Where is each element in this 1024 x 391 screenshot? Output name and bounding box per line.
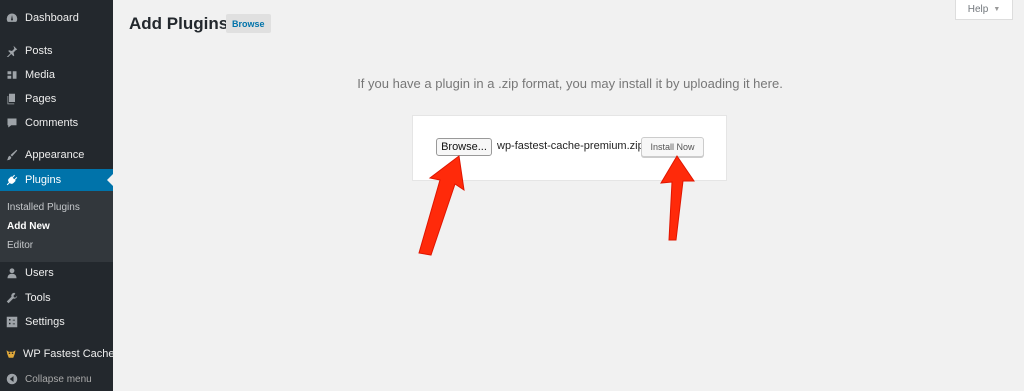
- menu-item-posts[interactable]: Posts: [0, 40, 113, 62]
- menu-label: Posts: [25, 45, 53, 57]
- help-label: Help: [967, 4, 989, 15]
- menu-item-users[interactable]: Users: [0, 262, 113, 284]
- collapse-arrow-icon: [5, 372, 19, 386]
- plugins-submenu: Installed Plugins Add New Editor: [0, 191, 113, 262]
- help-tab[interactable]: Help ▼: [955, 0, 1013, 20]
- selected-file-name: wp-fastest-cache-premium.zip: [497, 140, 644, 152]
- menu-label: Media: [25, 69, 55, 81]
- install-now-button[interactable]: Install Now: [641, 137, 704, 157]
- comment-icon: [5, 116, 19, 130]
- menu-label: WP Fastest Cache: [23, 348, 115, 360]
- menu-item-comments[interactable]: Comments: [0, 112, 113, 134]
- menu-label: Tools: [25, 292, 51, 304]
- user-icon: [5, 266, 19, 280]
- menu-item-appearance[interactable]: Appearance: [0, 144, 113, 166]
- menu-item-settings[interactable]: Settings: [0, 311, 113, 333]
- menu-label: Pages: [25, 93, 57, 105]
- media-icon: [5, 68, 19, 82]
- brush-icon: [5, 148, 19, 162]
- menu-label: Plugins: [25, 174, 62, 186]
- dashboard-icon: [5, 11, 19, 25]
- title-browse-button[interactable]: Browse: [226, 14, 271, 33]
- menu-item-pages[interactable]: Pages: [0, 88, 113, 110]
- pin-icon: [5, 44, 19, 58]
- admin-sidebar: Dashboard Posts Media Pages Comments App…: [0, 0, 115, 391]
- submenu-add-new[interactable]: Add New: [7, 221, 50, 232]
- collapse-menu-button[interactable]: Collapse menu: [0, 368, 113, 390]
- menu-item-dashboard[interactable]: Dashboard: [0, 7, 113, 29]
- pages-icon: [5, 92, 19, 106]
- menu-label: Users: [25, 267, 54, 279]
- menu-label: Comments: [25, 117, 79, 129]
- browse-file-button[interactable]: Browse...: [436, 138, 492, 156]
- settings-icon: [5, 315, 19, 329]
- submenu-installed-plugins[interactable]: Installed Plugins: [7, 202, 80, 213]
- wrench-icon: [5, 291, 19, 305]
- menu-label: Dashboard: [25, 12, 79, 24]
- upload-instructions: If you have a plugin in a .zip format, y…: [357, 76, 783, 91]
- menu-item-media[interactable]: Media: [0, 64, 113, 86]
- cheetah-icon: [5, 347, 17, 361]
- menu-item-plugins[interactable]: Plugins: [0, 169, 113, 191]
- plugin-icon: [5, 173, 19, 187]
- menu-item-wp-fastest-cache[interactable]: WP Fastest Cache: [0, 343, 115, 365]
- chevron-down-icon: ▼: [993, 6, 1001, 13]
- menu-label: Settings: [25, 316, 65, 328]
- annotation-arrows: [418, 155, 695, 256]
- submenu-editor[interactable]: Editor: [7, 240, 33, 251]
- menu-label: Appearance: [25, 149, 85, 161]
- page-title: Add Plugins: [129, 14, 229, 33]
- collapse-menu-label: Collapse menu: [25, 373, 92, 385]
- menu-item-tools[interactable]: Tools: [0, 287, 113, 309]
